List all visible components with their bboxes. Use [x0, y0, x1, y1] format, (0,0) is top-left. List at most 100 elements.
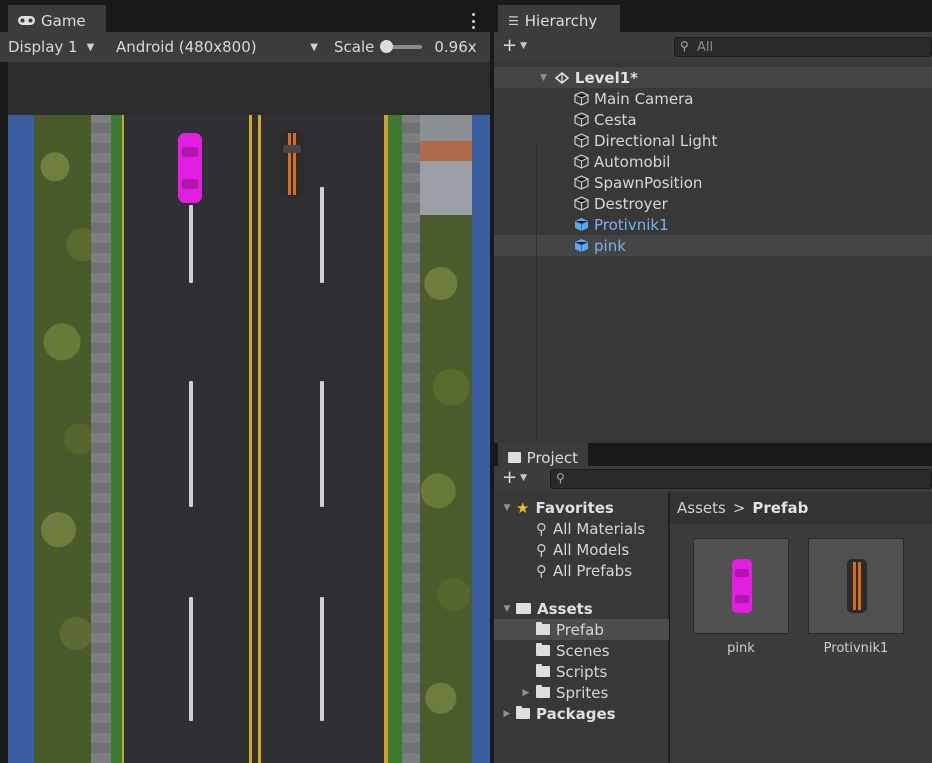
project-search-input[interactable]: ⚲ [550, 469, 932, 489]
hierarchy-item-label: Main Camera [594, 89, 694, 108]
folder-item[interactable]: Prefab [494, 619, 669, 640]
hierarchy-panel: ☰ Hierarchy + ▼ ⚲ All ▼ Level1* Main Came… [494, 0, 932, 443]
tab-hierarchy[interactable]: ☰ Hierarchy [498, 5, 620, 32]
hierarchy-list-icon: ☰ [508, 13, 519, 28]
hierarchy-item[interactable]: Main Camera [494, 88, 932, 109]
scale-value: 0.96x [434, 38, 477, 56]
gameobject-cube-icon [572, 174, 590, 192]
favorite-item-label: All Models [553, 540, 630, 559]
hierarchy-item[interactable]: Protivnik1 [494, 214, 932, 235]
chevron-down-icon: ▼ [520, 472, 528, 483]
project-toolbar: + ▼ ⚲ [494, 466, 932, 492]
scale-slider[interactable] [380, 40, 423, 53]
folder-icon [536, 685, 550, 698]
enemy-car-sprite [847, 559, 867, 613]
hierarchy-item[interactable]: Cesta [494, 109, 932, 130]
scale-slider-knob[interactable] [380, 40, 394, 53]
gameobject-cube-icon [572, 153, 590, 171]
hierarchy-item[interactable]: Automobil [494, 151, 932, 172]
folder-item-label: Sprites [556, 683, 609, 702]
star-icon: ★ [516, 498, 530, 517]
pink-car-sprite [732, 559, 752, 613]
search-icon: ⚲ [536, 561, 547, 580]
hierarchy-item-label: pink [594, 236, 626, 255]
gameobject-cube-icon [572, 111, 590, 129]
breadcrumb-current[interactable]: Prefab [752, 499, 808, 517]
asset-label: Protivnik1 [823, 641, 889, 656]
folder-item-label: Scripts [556, 662, 608, 681]
hierarchy-search-placeholder: All [697, 39, 714, 55]
gameobject-cube-icon [572, 195, 590, 213]
folder-icon [508, 452, 521, 463]
right-houses-and-trees [420, 115, 472, 763]
scene-row[interactable]: ▼ Level1* [494, 67, 932, 88]
unity-scene-icon [553, 69, 571, 87]
hierarchy-item-label: Cesta [594, 110, 637, 129]
center-line-right [258, 115, 261, 763]
favorites-row[interactable]: ▼ ★ Favorites [494, 497, 669, 518]
tab-project[interactable]: Project [498, 443, 588, 468]
folder-item-label: Prefab [556, 620, 604, 639]
favorite-item[interactable]: ⚲ All Models [494, 539, 669, 560]
resolution-dropdown[interactable]: Android (480x800) ▼ [108, 32, 326, 62]
create-button[interactable]: + ▼ [502, 35, 527, 56]
collapse-arrow-icon[interactable]: ▶ [516, 688, 536, 698]
search-icon: ⚲ [556, 471, 565, 485]
asset-tile[interactable]: Protivnik1 [808, 538, 904, 656]
search-icon: ⚲ [536, 519, 547, 538]
tab-project-label: Project [526, 448, 578, 467]
asset-thumbnail [693, 538, 789, 634]
collapse-arrow-icon[interactable]: ▶ [500, 709, 514, 719]
packages-row[interactable]: ▶ Packages [494, 703, 669, 724]
right-grass-strip [388, 115, 402, 763]
display-dropdown[interactable]: Display 1 ▼ [0, 32, 108, 62]
game-view[interactable] [8, 115, 490, 763]
open-folder-icon [516, 603, 531, 614]
chevron-down-icon: ▼ [520, 40, 528, 51]
prefab-cube-icon [572, 216, 590, 234]
favorite-item[interactable]: ⚲ All Prefabs [494, 560, 669, 581]
lane-dash [320, 381, 324, 507]
scene-name: Level1* [574, 68, 639, 87]
folder-item[interactable]: ▶ Sprites [494, 682, 669, 703]
folder-icon [536, 664, 550, 677]
hierarchy-toolbar: + ▼ ⚲ All [494, 32, 932, 62]
tab-game-label: Game [41, 11, 86, 30]
breadcrumb: Assets > Prefab [670, 492, 932, 524]
gameobject-cube-icon [572, 90, 590, 108]
scale-control: Scale 0.96x [326, 38, 477, 56]
expand-arrow-icon[interactable]: ▼ [500, 604, 514, 614]
search-icon: ⚲ [536, 540, 547, 559]
scale-label: Scale [334, 38, 375, 56]
folder-item-label: Scenes [556, 641, 610, 660]
folder-item[interactable]: Scenes [494, 640, 669, 661]
tab-hierarchy-label: Hierarchy [524, 11, 598, 30]
chevron-down-icon: ▼ [310, 41, 318, 53]
plus-icon: + [502, 35, 518, 56]
lane-dash [320, 597, 324, 721]
create-asset-button[interactable]: + ▼ [502, 467, 527, 488]
project-asset-view: Assets > Prefab pink Protivnik1 [670, 492, 932, 763]
asset-tile[interactable]: pink [693, 538, 789, 656]
favorite-item[interactable]: ⚲ All Materials [494, 518, 669, 539]
expand-arrow-icon[interactable]: ▼ [500, 503, 514, 513]
hierarchy-item[interactable]: Directional Light [494, 130, 932, 151]
hierarchy-item-label: SpawnPosition [594, 173, 703, 192]
hierarchy-item[interactable]: pink [494, 235, 932, 256]
left-sidewalk [91, 115, 111, 763]
hierarchy-item[interactable]: Destroyer [494, 193, 932, 214]
hierarchy-item-label: Destroyer [594, 194, 668, 213]
expand-arrow-icon[interactable]: ▼ [540, 73, 547, 83]
game-view-letterbox [8, 62, 490, 115]
hierarchy-search-input[interactable]: ⚲ All [674, 37, 932, 57]
folder-item[interactable]: Scripts [494, 661, 669, 682]
assets-row[interactable]: ▼ Assets [494, 598, 669, 619]
hierarchy-item-label: Directional Light [594, 131, 718, 150]
kebab-menu-icon[interactable] [470, 13, 476, 29]
hierarchy-item[interactable]: SpawnPosition [494, 172, 932, 193]
gameobject-cube-icon [572, 132, 590, 150]
hierarchy-item-label: Automobil [594, 152, 671, 171]
breadcrumb-root[interactable]: Assets [677, 499, 726, 517]
tab-game[interactable]: Game [8, 5, 106, 32]
folder-icon [536, 622, 550, 635]
